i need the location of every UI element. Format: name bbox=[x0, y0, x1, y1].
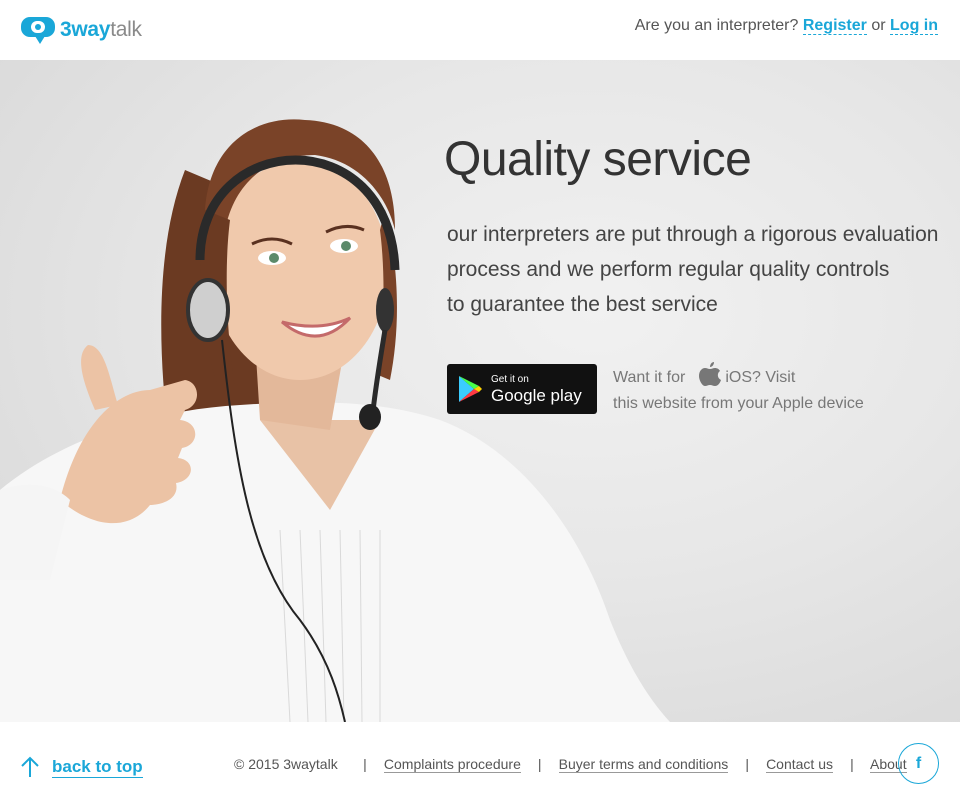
site-footer: back to top © 2015 3waytalk | Complaints… bbox=[0, 722, 960, 810]
logo-text: 3waytalk bbox=[60, 15, 142, 45]
google-play-icon bbox=[459, 376, 482, 402]
hero-lead-line: process and we perform regular quality c… bbox=[447, 258, 890, 281]
or-text: or bbox=[871, 17, 886, 34]
hero-lead-line: to guarantee the best service bbox=[447, 293, 718, 316]
google-play-small-text: Get it on bbox=[491, 373, 529, 385]
separator: | bbox=[363, 756, 367, 772]
hero-lead-line: our interpreters are put through a rigor… bbox=[447, 223, 939, 246]
google-play-button[interactable]: Get it on Google play bbox=[447, 364, 597, 414]
site-header: 3waytalk Are you an interpreter? Registe… bbox=[0, 0, 960, 60]
hero-lead: our interpreters are put through a rigor… bbox=[447, 217, 947, 322]
copyright-text: © 2015 3waytalk bbox=[234, 756, 338, 772]
google-play-label: Get it on Google play bbox=[491, 373, 582, 405]
arrow-up-icon bbox=[21, 756, 39, 777]
facebook-button[interactable]: f bbox=[898, 743, 939, 784]
complaints-procedure-link[interactable]: Complaints procedure bbox=[383, 756, 521, 773]
login-link[interactable]: Log in bbox=[890, 17, 938, 35]
back-to-top[interactable]: back to top bbox=[20, 756, 143, 778]
separator: | bbox=[537, 756, 542, 772]
ios-note: Want it for iOS? Visit this website from… bbox=[613, 361, 864, 417]
separator: | bbox=[850, 756, 854, 772]
apple-icon bbox=[699, 362, 722, 386]
ios-note-suffix: iOS? Visit bbox=[725, 369, 796, 386]
logo-icon bbox=[21, 17, 55, 44]
hero-section: Quality service our interpreters are put… bbox=[0, 60, 960, 722]
buyer-terms-link[interactable]: Buyer terms and conditions bbox=[558, 756, 729, 773]
ios-note-line2: this website from your Apple device bbox=[613, 395, 864, 412]
separator: | bbox=[745, 756, 749, 772]
ios-note-prefix: Want it for bbox=[613, 369, 686, 386]
hero-title: Quality service bbox=[444, 133, 752, 186]
contact-us-link[interactable]: Contact us bbox=[766, 756, 833, 773]
logo-text-bold: 3way bbox=[60, 18, 111, 41]
logo-text-light: talk bbox=[110, 18, 142, 41]
footer-links: | Complaints procedure | Buyer terms and… bbox=[350, 756, 907, 773]
interpreter-question: Are you an interpreter? bbox=[634, 17, 799, 34]
logo[interactable]: 3waytalk bbox=[21, 15, 142, 45]
register-link[interactable]: Register bbox=[802, 17, 867, 35]
interpreter-prompt: Are you an interpreter? Register or Log … bbox=[635, 17, 938, 35]
google-play-big-text: Google play bbox=[491, 385, 582, 405]
facebook-icon: f bbox=[915, 754, 922, 772]
back-to-top-link[interactable]: back to top bbox=[52, 757, 143, 778]
